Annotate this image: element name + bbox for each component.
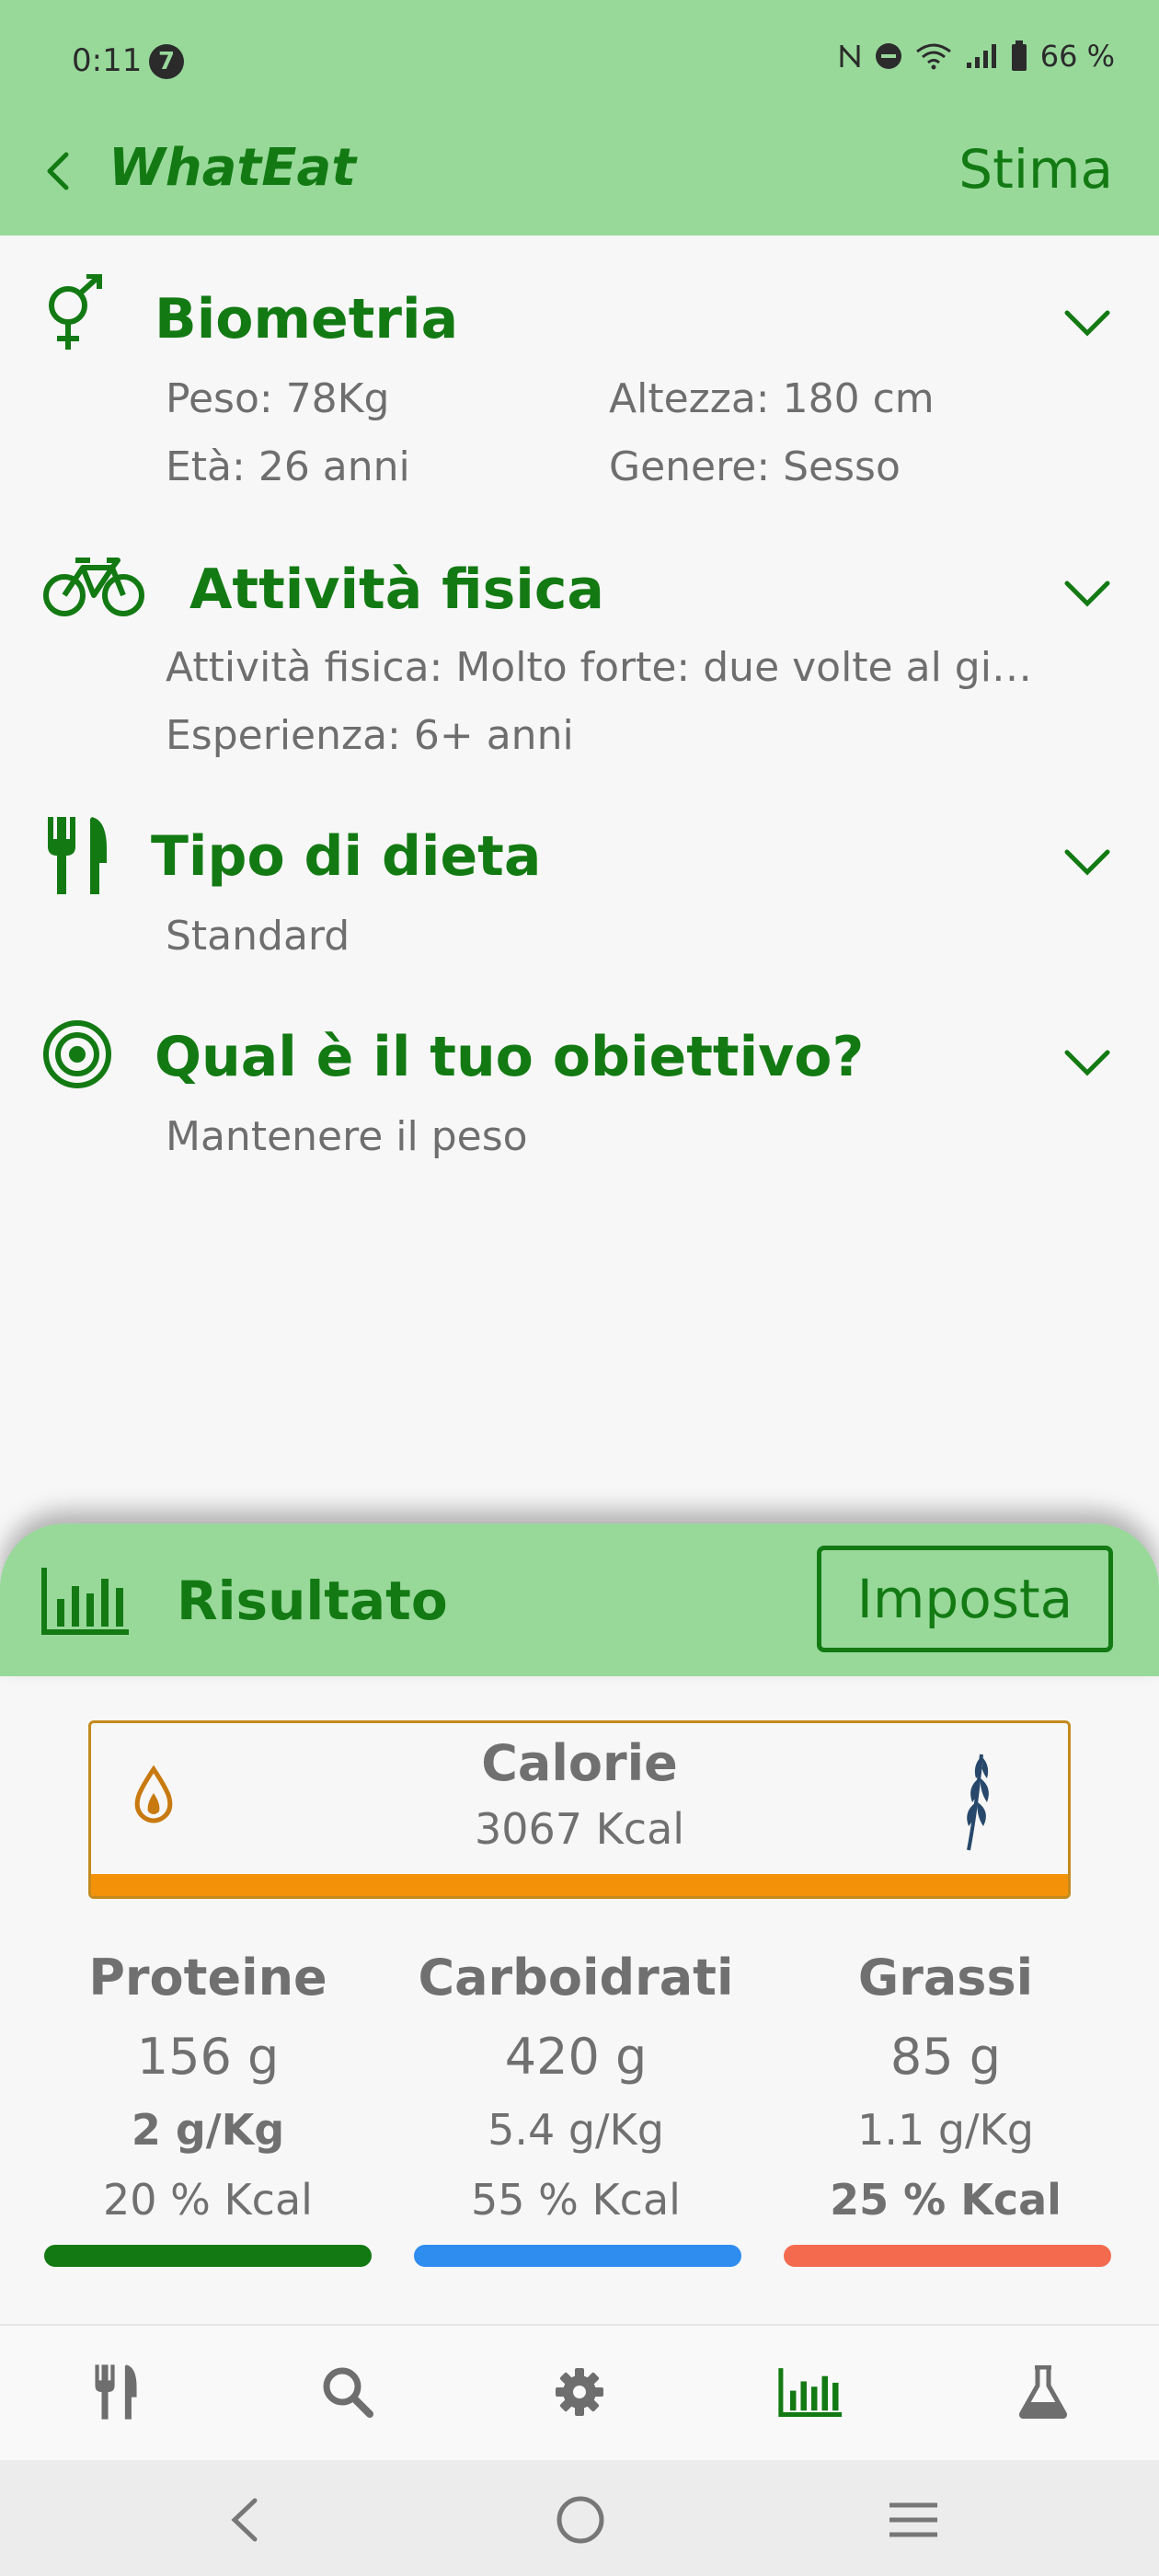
macro-per-kg: 5.4 g/Kg xyxy=(488,2105,664,2155)
bar-chart-icon xyxy=(778,2368,843,2417)
calorie-value: 3067 Kcal xyxy=(474,1804,685,1854)
calorie-bar xyxy=(91,1874,1068,1896)
nav-dieta[interactable] xyxy=(79,2355,153,2429)
nav-impostazioni[interactable] xyxy=(543,2355,616,2429)
altezza-value: Altezza: 180 cm xyxy=(609,375,935,422)
section-title: Biometria xyxy=(155,287,459,351)
chevron-down-icon[interactable] xyxy=(1061,845,1113,881)
top-bar: 0:11 7 66 % WhatEat Stima xyxy=(0,0,1159,236)
notification-badge: 7 xyxy=(149,44,184,79)
battery-icon xyxy=(1011,40,1027,71)
signal-icon xyxy=(966,44,996,68)
search-icon xyxy=(323,2367,373,2418)
do-not-disturb-icon xyxy=(875,43,901,69)
imposta-button[interactable]: Imposta xyxy=(817,1546,1113,1652)
obiettivo-value: Mantenere il peso xyxy=(166,1113,528,1160)
macro-proteine: Proteine 156 g 2 g/Kg 20 % Kcal xyxy=(42,1949,373,2230)
macro-grassi: Grassi 85 g 1.1 g/Kg 25 % Kcal xyxy=(780,1949,1111,2230)
carboidrati-bar xyxy=(414,2245,741,2267)
cutlery-icon xyxy=(40,817,114,894)
macro-per-kg: 1.1 g/Kg xyxy=(857,2105,1034,2155)
esperienza-value: Esperienza: 6+ anni xyxy=(166,712,574,759)
chevron-down-icon[interactable] xyxy=(1061,576,1113,613)
macro-grams: 420 g xyxy=(504,2028,648,2086)
macro-per-kg: 2 g/Kg xyxy=(131,2105,285,2155)
macro-pct: 25 % Kcal xyxy=(830,2175,1061,2225)
nfc-icon xyxy=(840,45,860,67)
macro-carboidrati: Carboidrati 420 g 5.4 g/Kg 55 % Kcal xyxy=(410,1949,741,2230)
bottom-nav xyxy=(0,2324,1159,2460)
result-title: Risultato xyxy=(177,1570,448,1632)
flask-icon xyxy=(1019,2365,1067,2419)
nav-stima[interactable] xyxy=(775,2355,848,2429)
eta-value: Età: 26 anni xyxy=(166,443,410,490)
status-icons: 66 % xyxy=(838,39,1115,74)
section-attivita-fisica[interactable]: Attività fisica Attività fisica: Molto f… xyxy=(0,541,1159,780)
app-title: WhatEat xyxy=(109,138,357,198)
section-title: Tipo di dieta xyxy=(151,824,542,889)
macro-grams: 156 g xyxy=(136,2028,280,2086)
recents-icon xyxy=(889,2502,937,2537)
stima-button[interactable]: Stima xyxy=(958,138,1113,201)
battery-level: 66 % xyxy=(1039,39,1115,74)
back-button[interactable] xyxy=(35,145,79,197)
section-title: Attività fisica xyxy=(189,558,604,622)
system-recents-button[interactable] xyxy=(881,2488,946,2552)
system-navigation-bar xyxy=(0,2460,1159,2576)
system-back-button[interactable] xyxy=(212,2488,276,2552)
home-icon xyxy=(557,2496,604,2544)
section-obiettivo[interactable]: Qual è il tuo obiettivo? Mantenere il pe… xyxy=(0,1012,1159,1178)
wheat-icon xyxy=(967,1754,989,1851)
macro-grams: 85 g xyxy=(889,2028,1002,2086)
proteine-bar xyxy=(44,2245,372,2267)
back-arrow-icon xyxy=(47,152,69,190)
result-header: Risultato Imposta xyxy=(0,1524,1159,1676)
macro-name: Proteine xyxy=(88,1949,327,2007)
status-time: 0:11 xyxy=(72,42,143,79)
macro-name: Carboidrati xyxy=(418,1949,734,2007)
macro-name: Grassi xyxy=(857,1949,1034,2007)
dieta-value: Standard xyxy=(166,913,350,960)
gear-icon xyxy=(556,2368,603,2416)
section-title: Qual è il tuo obiettivo? xyxy=(155,1025,865,1089)
calorie-card: Calorie 3067 Kcal xyxy=(88,1720,1071,1899)
grassi-bar xyxy=(784,2245,1111,2267)
chevron-down-icon[interactable] xyxy=(1061,305,1113,342)
wifi-icon xyxy=(915,43,951,70)
nav-laboratorio[interactable] xyxy=(1006,2355,1080,2429)
gender-icon xyxy=(40,274,114,353)
attivita-livello: Attività fisica: Molto forte: due volte … xyxy=(166,644,1032,691)
calorie-label: Calorie xyxy=(481,1734,678,1792)
target-icon xyxy=(40,1018,114,1091)
bicycle-icon xyxy=(40,550,147,624)
genere-value: Genere: Sesso xyxy=(609,443,901,490)
macro-pct: 20 % Kcal xyxy=(103,2175,313,2225)
peso-value: Peso: 78Kg xyxy=(166,375,390,422)
chevron-down-icon[interactable] xyxy=(1061,1045,1113,1082)
nav-cerca[interactable] xyxy=(311,2355,384,2429)
system-home-button[interactable] xyxy=(548,2488,613,2552)
section-biometria[interactable]: Biometria Peso: 78Kg Altezza: 180 cm Età… xyxy=(0,272,1159,512)
section-tipo-dieta[interactable]: Tipo di dieta Standard xyxy=(0,811,1159,977)
back-icon xyxy=(231,2498,258,2542)
cutlery-icon xyxy=(95,2364,137,2420)
bar-chart-icon xyxy=(41,1568,129,1635)
macro-pct: 55 % Kcal xyxy=(471,2175,681,2225)
